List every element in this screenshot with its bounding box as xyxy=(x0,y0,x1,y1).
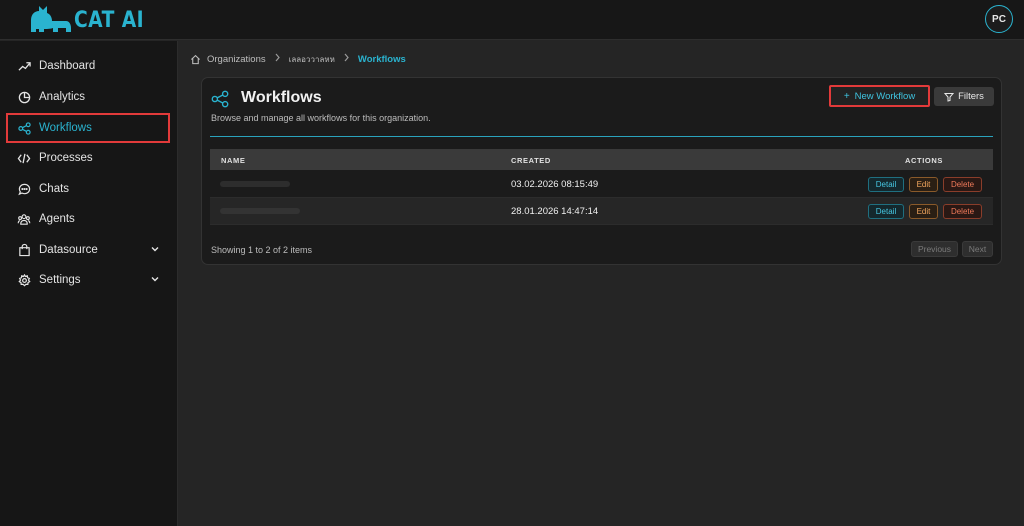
sidebar-item-label: Chats xyxy=(39,183,70,195)
trend-up-icon xyxy=(17,59,31,73)
edit-button[interactable]: Edit xyxy=(909,177,938,192)
code-icon xyxy=(17,151,31,165)
sidebar-item-label: Workflows xyxy=(39,122,92,134)
share-nodes-icon xyxy=(17,121,31,135)
sidebar-item-analytics[interactable]: Analytics xyxy=(8,84,168,110)
divider xyxy=(210,136,993,137)
detail-button[interactable]: Detail xyxy=(868,204,904,219)
chevron-down-icon[interactable] xyxy=(150,244,160,257)
next-page-button[interactable]: Next xyxy=(962,241,993,257)
workflow-name-redacted[interactable] xyxy=(220,206,340,216)
breadcrumb-current: Workflows xyxy=(357,53,406,65)
sidebar-item-label: Agents xyxy=(39,213,75,225)
breadcrumb-organization-name[interactable]: เลลอววาลหห xyxy=(289,53,335,66)
created-cell: 28.01.2026 14:47:14 xyxy=(511,206,599,217)
share-nodes-icon xyxy=(211,90,229,113)
workflow-name-redacted[interactable] xyxy=(220,179,340,189)
chat-bubble-icon xyxy=(17,182,31,196)
sidebar-item-chats[interactable]: Chats xyxy=(8,176,168,202)
shopping-bag-icon xyxy=(17,243,31,257)
table-header: NAME CREATED ACTIONS xyxy=(210,149,993,170)
filters-button[interactable]: Filters xyxy=(934,87,994,106)
sidebar-item-label: Settings xyxy=(39,274,81,286)
chevron-right-icon xyxy=(274,53,281,65)
filters-label: Filters xyxy=(958,91,984,102)
sidebar-item-label: Analytics xyxy=(39,91,86,103)
table-row[interactable]: 28.01.2026 14:47:14 Detail Edit Delete xyxy=(210,198,993,225)
delete-button[interactable]: Delete xyxy=(943,177,982,192)
pagination-summary: Showing 1 to 2 of 2 items xyxy=(211,245,313,255)
sidebar-item-label: Processes xyxy=(39,152,93,164)
chevron-right-icon xyxy=(343,53,350,65)
cat-logo-icon xyxy=(31,6,71,32)
plus-icon: + xyxy=(843,90,850,102)
page-subtitle: Browse and manage all workflows for this… xyxy=(211,113,431,123)
sidebar-item-datasource[interactable]: Datasource xyxy=(8,237,168,263)
chevron-down-icon[interactable] xyxy=(150,274,160,287)
sidebar: Dashboard Analytics Workflows Processes … xyxy=(0,41,178,526)
edit-button[interactable]: Edit xyxy=(909,204,938,219)
workflows-card: Workflows Browse and manage all workflow… xyxy=(201,77,1002,265)
sidebar-item-workflows[interactable]: Workflows xyxy=(6,113,170,143)
sidebar-item-processes[interactable]: Processes xyxy=(8,145,168,171)
new-workflow-button[interactable]: + New Workflow xyxy=(829,85,930,107)
sidebar-item-settings[interactable]: Settings xyxy=(8,267,168,293)
user-avatar[interactable]: PC xyxy=(985,5,1013,33)
new-workflow-label: New Workflow xyxy=(854,90,916,102)
home-icon[interactable] xyxy=(190,54,201,65)
sidebar-item-label: Dashboard xyxy=(39,60,96,72)
top-bar: CAT AI PC xyxy=(0,0,1024,40)
breadcrumb-organizations[interactable]: Organizations xyxy=(207,54,266,65)
logo[interactable]: CAT AI xyxy=(28,4,156,36)
page-title: Workflows xyxy=(241,89,322,106)
pie-chart-icon xyxy=(17,90,31,104)
delete-button[interactable]: Delete xyxy=(943,204,982,219)
users-icon xyxy=(17,212,31,226)
filter-icon xyxy=(944,92,955,102)
gear-icon xyxy=(17,273,31,287)
table-row[interactable]: 03.02.2026 08:15:49 Detail Edit Delete xyxy=(210,171,993,198)
logo-text: CAT AI xyxy=(74,7,144,33)
column-name[interactable]: NAME xyxy=(221,156,245,165)
created-cell: 03.02.2026 08:15:49 xyxy=(511,179,599,190)
column-actions: ACTIONS xyxy=(905,156,943,165)
detail-button[interactable]: Detail xyxy=(868,177,904,192)
breadcrumb: Organizations เลลอววาลหห Workflows xyxy=(190,52,406,66)
sidebar-item-agents[interactable]: Agents xyxy=(8,206,168,232)
sidebar-item-dashboard[interactable]: Dashboard xyxy=(8,53,168,79)
sidebar-item-label: Datasource xyxy=(39,244,98,256)
column-created[interactable]: CREATED xyxy=(511,156,551,165)
previous-page-button[interactable]: Previous xyxy=(911,241,958,257)
